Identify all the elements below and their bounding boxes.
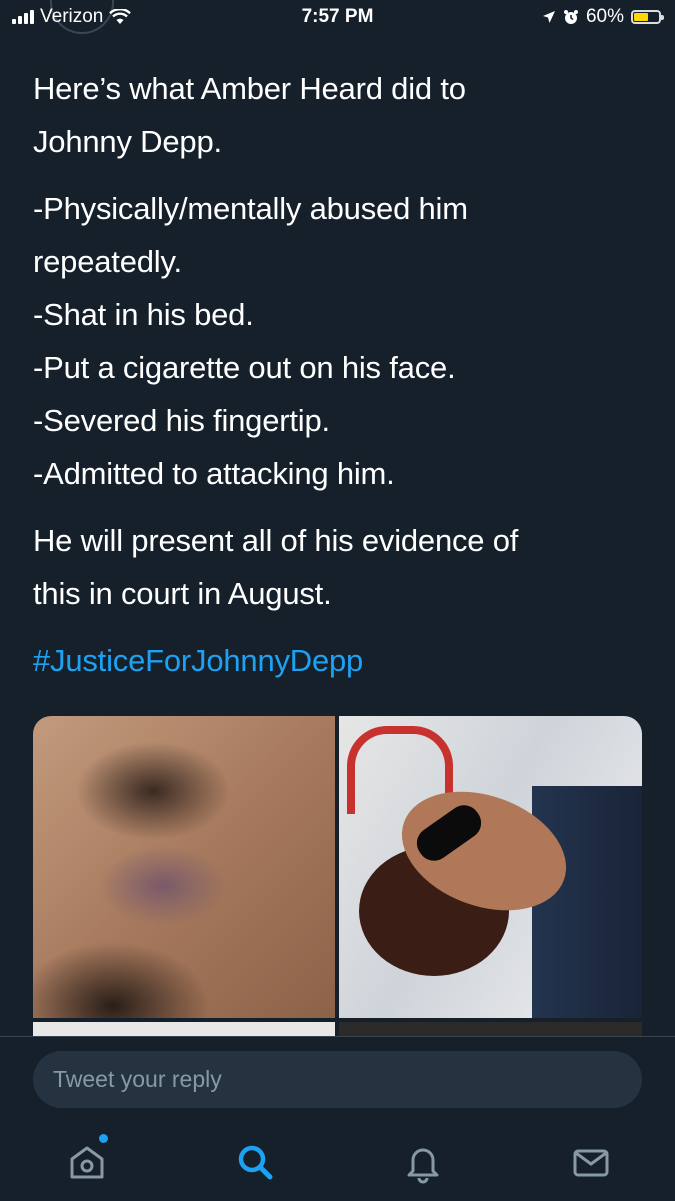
tweet-line: Here’s what Amber Heard did to — [33, 71, 466, 106]
tweet-line: repeatedly. — [33, 244, 182, 279]
tweet-line: Johnny Depp. — [33, 124, 222, 159]
tweet-line: -Physically/mentally abused him — [33, 191, 468, 226]
tweet-paragraph: Here’s what Amber Heard did to Johnny De… — [33, 62, 648, 168]
tweet-line: this in court in August. — [33, 576, 332, 611]
tweet-body: Here’s what Amber Heard did to Johnny De… — [33, 62, 648, 701]
bottom-nav — [0, 1134, 675, 1187]
tweet-paragraph: He will present all of his evidence of t… — [33, 514, 648, 620]
tweet-line: -Admitted to attacking him. — [33, 456, 395, 491]
notification-dot — [99, 1134, 108, 1143]
hashtag-link[interactable]: #JusticeForJohnnyDepp — [33, 634, 648, 687]
battery-percent: 60% — [585, 6, 624, 27]
status-right: 60% — [542, 6, 664, 28]
home-icon[interactable] — [62, 1134, 112, 1187]
tweet-line: He will present all of his evidence of — [33, 523, 519, 558]
alarm-icon — [563, 10, 578, 24]
reply-bar: Tweet your reply — [0, 1036, 675, 1201]
photo-hospital-bed[interactable] — [339, 716, 642, 1018]
status-bar: Verizon 7:57 PM 60% — [0, 0, 675, 36]
location-arrow-icon — [542, 11, 555, 23]
mail-icon[interactable] — [566, 1137, 616, 1187]
tweet-line: -Shat in his bed. — [33, 297, 254, 332]
photo-closeup-face[interactable] — [33, 716, 335, 1018]
tweet-line: -Put a cigarette out on his face. — [33, 350, 456, 385]
tweet-line: -Severed his fingertip. — [33, 403, 330, 438]
battery-icon — [631, 10, 664, 24]
reply-input[interactable]: Tweet your reply — [33, 1051, 642, 1108]
search-icon[interactable] — [230, 1137, 280, 1187]
media-grid — [33, 716, 642, 1056]
tweet-paragraph: -Physically/mentally abused him repeated… — [33, 182, 648, 500]
bell-icon[interactable] — [398, 1137, 448, 1187]
